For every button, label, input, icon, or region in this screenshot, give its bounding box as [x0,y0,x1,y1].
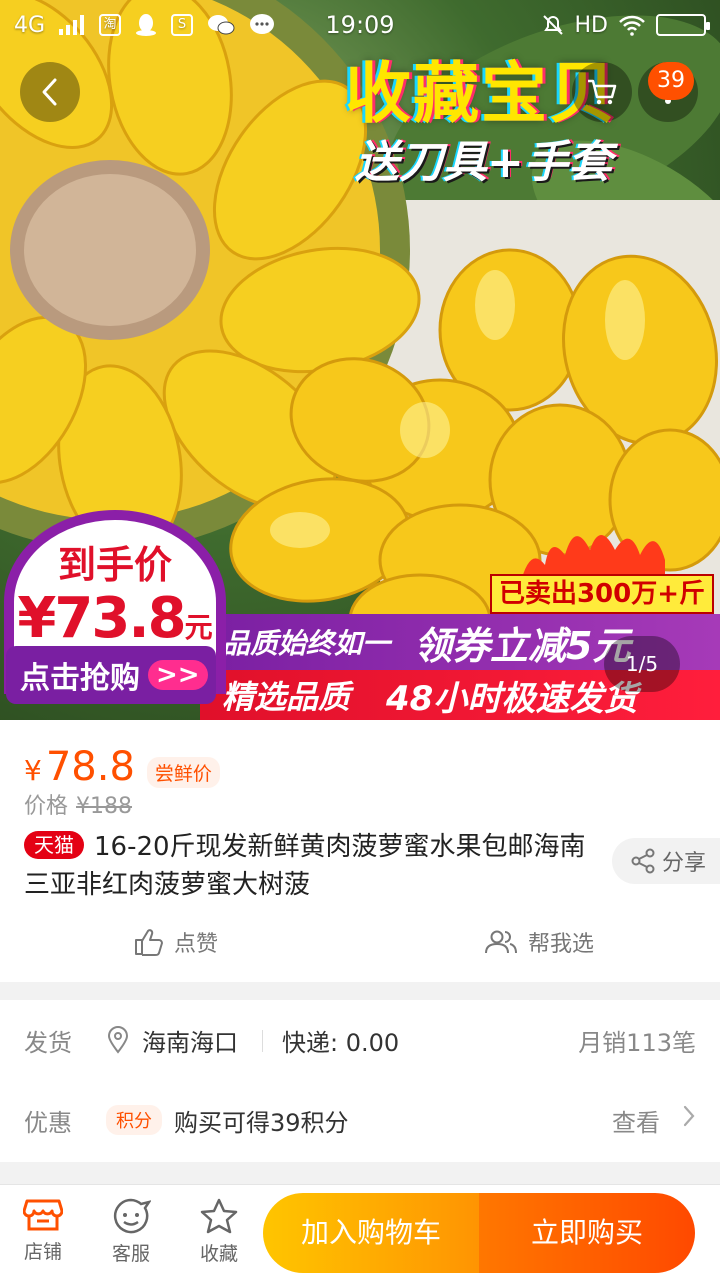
help-choose-button[interactable]: 帮我选 [484,926,594,958]
cart-count-badge: 39 [648,62,694,100]
strip-text: 精选品质 [222,678,351,716]
taobao-icon: 淘 [99,14,122,36]
strip-text: 品质始终如一 [222,627,391,660]
promo-title: 收藏宝贝 [345,55,617,132]
favorite-tab[interactable]: 收藏 [184,1197,254,1266]
customer-service-tab[interactable]: 客服 [96,1197,166,1266]
clock: 19:09 [325,11,395,39]
shop-icon [23,1199,63,1231]
current-price: 78.8 [45,744,135,790]
ship-location: 海南海口 [142,1028,238,1057]
people-icon [485,930,517,954]
share-button[interactable]: 分享 [612,838,720,884]
promotion-row[interactable]: 优惠 积分 购买可得39积分 查看 [0,1080,720,1160]
wechat-icon [208,15,235,35]
network-indicator: 4G [14,12,46,38]
thumbs-up-icon [135,929,163,956]
shipping-card: 发货 海南海口 快递: 0.00 月销113笔 优惠 积分 购买可得39积分 查… [0,1000,720,1162]
product-title-text: 16-20斤现发新鲜黄肉菠萝蜜水果包邮海南三亚非红肉菠萝蜜大树菠 [24,832,586,900]
price-tag: 尝鲜价 [146,757,220,788]
shop-label: 店铺 [23,1241,62,1263]
strip-text: 48小时极速发货 [386,678,638,719]
grab-button-label: 点击抢购 [20,661,140,696]
hd-indicator: HD [574,12,608,38]
back-button[interactable] [20,62,80,122]
status-bar: 4G 淘 S 19:09 HD [0,0,720,50]
original-price-label: 价格 [24,794,69,819]
shipping-label: 发货 [24,1028,72,1057]
chevron-right-icon [683,1105,695,1127]
price-currency: ¥ [24,754,42,787]
add-to-cart-button[interactable]: 加入购物车 [263,1193,479,1273]
qq-icon [136,14,157,36]
share-label: 分享 [662,851,707,876]
price-row: ¥ 78.8 尝鲜价 [24,744,220,790]
message-icon [250,14,275,34]
s-app-icon: S [171,14,194,36]
promo-subtitle: 送刀具+手套 [355,137,612,188]
customer-service-icon [113,1198,151,1234]
image-page-indicator: 1/5 [604,636,680,692]
share-icon [631,848,655,874]
grab-arrows: >> [148,660,208,690]
shop-tab[interactable]: 店铺 [8,1197,78,1264]
original-price-row: 价格 ¥188 [24,788,132,820]
monthly-sales: 月销113笔 [578,1028,696,1057]
points-text: 购买可得39积分 [174,1108,349,1137]
cart-icon [588,79,617,105]
mute-bell-icon [542,15,563,35]
strip-text: 领券立减5元 [414,623,631,668]
like-button[interactable]: 点赞 [134,926,218,958]
final-price-unit: 元 [184,611,213,644]
final-price-value: 73.8 [54,586,186,651]
tmall-badge: 天猫 [24,831,84,859]
location-pin-icon [107,1026,129,1054]
chevron-left-icon [42,78,57,106]
product-info-card: ¥ 78.8 尝鲜价 价格 ¥188 天猫 16-20斤现发新鲜黄肉菠萝蜜水果包邮海… [0,720,720,982]
bottom-action-bar: 店铺 客服 收藏 加入购物车 立即购买 [0,1184,720,1280]
buy-now-button[interactable]: 立即购买 [479,1193,695,1273]
view-link: 查看 [612,1108,660,1137]
shipping-row[interactable]: 发货 海南海口 快递: 0.00 月销113笔 [0,1000,720,1080]
final-price-caption: 到手价 [57,543,172,587]
customer-service-label: 客服 [111,1243,150,1265]
shipping-fee: 快递: 0.00 [282,1028,400,1057]
final-price-currency: ¥ [17,586,56,651]
like-label: 点赞 [174,932,219,957]
cart-button[interactable] [572,62,632,122]
sold-count-tag: 已卖出300万+斤 [490,574,714,614]
signal-icon [59,15,85,35]
original-price: ¥188 [76,794,133,819]
battery-icon [656,14,710,36]
product-title: 天猫 16-20斤现发新鲜黄肉菠萝蜜水果包邮海南三亚非红肉菠萝蜜大树菠 [24,828,594,904]
grab-button: 点击抢购 >> [6,646,216,704]
favorite-label: 收藏 [199,1243,238,1265]
promotion-label: 优惠 [24,1108,72,1137]
wifi-icon [619,15,645,36]
help-choose-label: 帮我选 [528,932,595,957]
divider [262,1030,263,1052]
star-icon [200,1198,238,1234]
points-badge: 积分 [106,1105,162,1135]
